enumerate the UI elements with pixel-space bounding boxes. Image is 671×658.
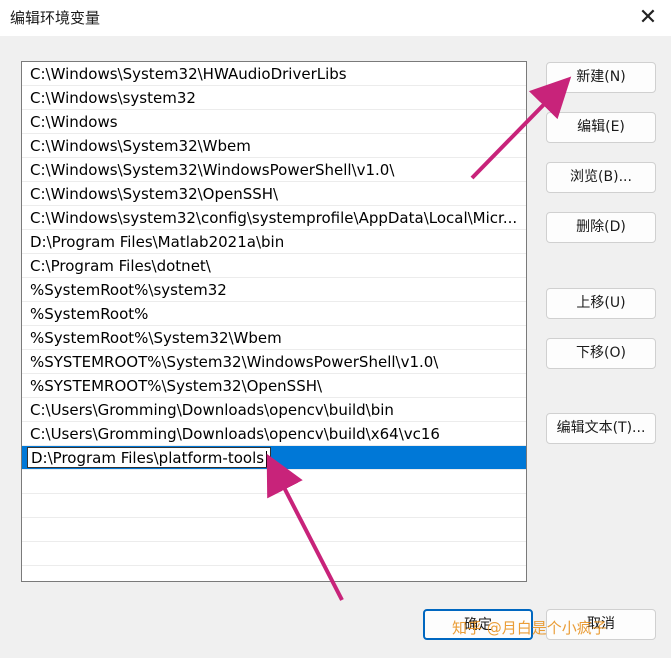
- empty-row: [22, 518, 526, 542]
- move-up-button[interactable]: 上移(U): [546, 288, 656, 319]
- path-item[interactable]: C:\Windows\System32\OpenSSH\: [22, 182, 526, 206]
- new-button[interactable]: 新建(N): [546, 62, 656, 93]
- empty-row: [22, 494, 526, 518]
- path-item[interactable]: C:\Windows\System32\WindowsPowerShell\v1…: [22, 158, 526, 182]
- edit-text-button[interactable]: 编辑文本(T)...: [546, 413, 656, 444]
- path-item[interactable]: C:\Windows\System32\HWAudioDriverLibs: [22, 62, 526, 86]
- path-item[interactable]: %SystemRoot%\system32: [22, 278, 526, 302]
- window-title: 编辑环境变量: [10, 9, 101, 27]
- path-item[interactable]: C:\Users\Gromming\Downloads\opencv\build…: [22, 398, 526, 422]
- path-item[interactable]: D:\Program Files\Matlab2021a\bin: [22, 230, 526, 254]
- close-button[interactable]: ✕: [625, 0, 671, 36]
- move-down-button[interactable]: 下移(O): [546, 338, 656, 369]
- path-item[interactable]: %SystemRoot%: [22, 302, 526, 326]
- path-item[interactable]: %SYSTEMROOT%\System32\WindowsPowerShell\…: [22, 350, 526, 374]
- close-icon: ✕: [638, 5, 658, 30]
- watermark: 知乎 @月白是个小疯子: [452, 619, 607, 637]
- path-edit-input[interactable]: D:\Program Files\platform-tools: [27, 447, 271, 468]
- path-edit-value: D:\Program Files\platform-tools: [31, 449, 265, 467]
- path-item[interactable]: C:\Windows\System32\Wbem: [22, 134, 526, 158]
- edit-button[interactable]: 编辑(E): [546, 112, 656, 143]
- path-item[interactable]: C:\Windows\system32: [22, 86, 526, 110]
- empty-row: [22, 542, 526, 566]
- text-caret: [266, 450, 268, 467]
- path-list[interactable]: C:\Windows\System32\HWAudioDriverLibs C:…: [21, 61, 527, 582]
- path-item[interactable]: %SystemRoot%\System32\Wbem: [22, 326, 526, 350]
- path-item[interactable]: C:\Windows: [22, 110, 526, 134]
- delete-button[interactable]: 删除(D): [546, 212, 656, 243]
- empty-row: [22, 470, 526, 494]
- path-item[interactable]: C:\Program Files\dotnet\: [22, 254, 526, 278]
- path-item[interactable]: %SYSTEMROOT%\System32\OpenSSH\: [22, 374, 526, 398]
- browse-button[interactable]: 浏览(B)...: [546, 162, 656, 193]
- title-bar: 编辑环境变量 ✕: [0, 0, 671, 36]
- path-item[interactable]: C:\Users\Gromming\Downloads\opencv\build…: [22, 422, 526, 446]
- path-item[interactable]: C:\Windows\system32\config\systemprofile…: [22, 206, 526, 230]
- path-item-editing[interactable]: D:\Program Files\platform-tools: [22, 446, 526, 470]
